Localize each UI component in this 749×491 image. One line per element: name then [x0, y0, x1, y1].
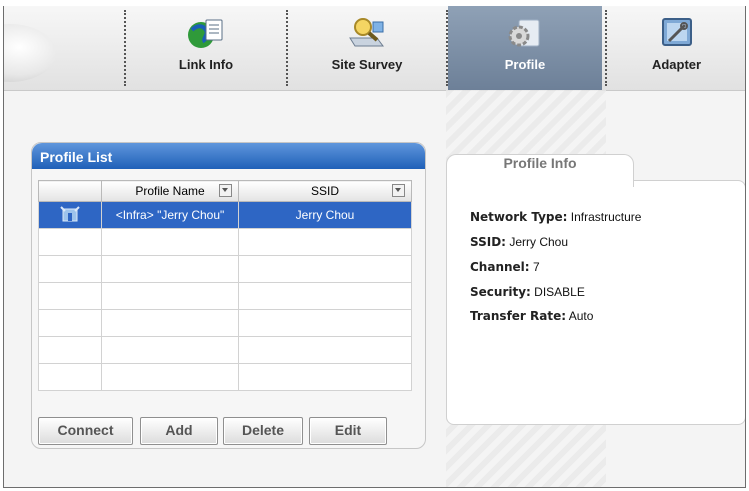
app-window: Link Info Site Survey Profile Adapter Pr…: [3, 6, 746, 488]
info-transfer-rate: Transfer Rate: Auto: [470, 309, 594, 323]
edit-button[interactable]: Edit: [309, 417, 387, 445]
ssid-cell: Jerry Chou: [238, 201, 412, 229]
profile-table: Profile Name SSID <Infra> "Jerry Chou" J…: [38, 180, 412, 391]
delete-button[interactable]: Delete: [223, 417, 303, 445]
profile-list-title-bar: Profile List: [32, 143, 425, 169]
infrastructure-icon: [60, 205, 80, 221]
tab-separator: [605, 10, 607, 86]
tab-label: Adapter: [651, 57, 702, 72]
table-row[interactable]: <Infra> "Jerry Chou" Jerry Chou: [38, 201, 412, 229]
table-row: [38, 255, 412, 283]
table-row: [38, 309, 412, 337]
profile-info-tab: Profile Info: [446, 154, 634, 187]
sort-dropdown-icon[interactable]: [219, 184, 232, 197]
table-row: [38, 363, 412, 391]
tab-profile[interactable]: Profile: [448, 6, 602, 90]
info-security: Security: DISABLE: [470, 285, 585, 299]
tab-link-info[interactable]: Link Info: [128, 6, 284, 90]
mouse-graphic: [4, 24, 56, 82]
column-header-ssid[interactable]: SSID: [238, 180, 412, 202]
panel-title: Profile List: [40, 149, 113, 165]
profile-icon: [508, 19, 540, 47]
tab-label: Link Info: [178, 57, 234, 72]
tab-label: Profile: [504, 57, 546, 72]
top-tab-bar: Link Info Site Survey Profile Adapter: [4, 6, 745, 91]
column-header-profile-name[interactable]: Profile Name: [101, 180, 239, 202]
info-network-type: Network Type: Infrastructure: [470, 210, 642, 224]
site-survey-icon: [349, 18, 384, 47]
table-row: [38, 228, 412, 256]
info-channel: Channel: 7: [470, 260, 540, 274]
profile-list-panel: Profile List Profile Name SSID <Infra> "…: [31, 142, 426, 449]
tab-separator: [124, 10, 126, 86]
table-row: [38, 336, 412, 364]
tab-separator: [286, 10, 288, 86]
tab-site-survey[interactable]: Site Survey: [289, 6, 445, 90]
link-info-icon: [188, 19, 223, 48]
icon-column-header: [38, 180, 102, 202]
sort-dropdown-icon[interactable]: [392, 184, 405, 197]
profile-type-cell: [38, 201, 102, 229]
add-button[interactable]: Add: [140, 417, 218, 445]
table-row: [38, 282, 412, 310]
connect-button[interactable]: Connect: [38, 417, 133, 445]
adapter-icon: [661, 18, 692, 46]
tab-adapter[interactable]: Adapter: [608, 6, 745, 90]
info-ssid: SSID: Jerry Chou: [470, 235, 569, 249]
tab-label: Site Survey: [331, 57, 403, 72]
profile-name-cell: <Infra> "Jerry Chou": [101, 201, 239, 229]
